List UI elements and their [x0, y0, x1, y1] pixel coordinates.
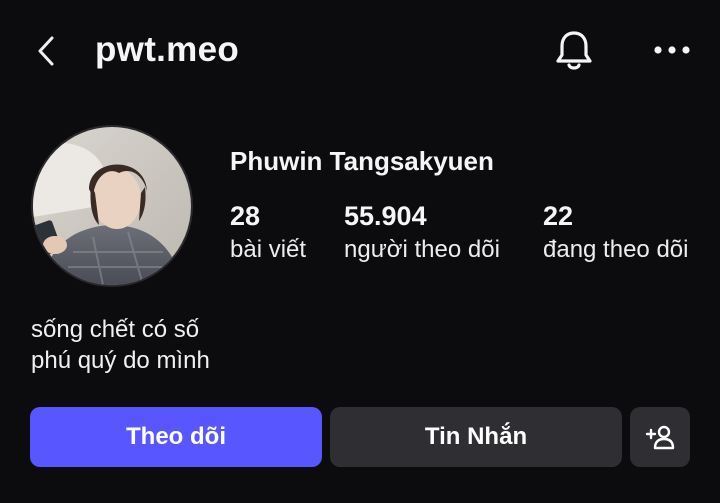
add-person-icon: [645, 425, 675, 450]
bio-line: phú quý do mình: [31, 347, 210, 374]
message-button-label: Tin Nhắn: [424, 423, 528, 450]
bell-icon[interactable]: [553, 28, 595, 74]
follow-button[interactable]: Theo dõi: [30, 407, 322, 467]
stat-following[interactable]: 22 đang theo dõi: [543, 200, 688, 268]
avatar-photo: [33, 127, 191, 285]
back-chevron-icon[interactable]: [34, 34, 60, 68]
profile-username: pwt.meo: [95, 30, 240, 69]
profile-avatar[interactable]: [31, 125, 193, 287]
profile-full-name: Phuwin Tangsakyuen: [230, 146, 494, 176]
posts-count: 28: [230, 201, 261, 231]
following-label: đang theo dõi: [543, 236, 689, 263]
suggest-people-button[interactable]: [630, 407, 690, 467]
posts-label: bài viết: [230, 236, 307, 263]
bio-line: sống chết có số: [31, 316, 200, 343]
following-count: 22: [543, 201, 574, 231]
top-bar: pwt.meo: [0, 0, 720, 104]
follow-button-label: Theo dõi: [126, 423, 226, 450]
stat-posts[interactable]: 28 bài viết: [230, 200, 306, 268]
stat-followers[interactable]: 55.904 người theo dõi: [344, 200, 500, 268]
followers-count: 55.904: [344, 201, 427, 231]
profile-bio: sống chết có số phú quý do mình: [31, 314, 210, 376]
profile-page: pwt.meo Phuwin Tangsakyuen 28 bài viết 5…: [0, 0, 720, 503]
more-dots-icon[interactable]: [650, 40, 694, 60]
followers-label: người theo dõi: [344, 236, 500, 263]
message-button[interactable]: Tin Nhắn: [330, 407, 622, 467]
